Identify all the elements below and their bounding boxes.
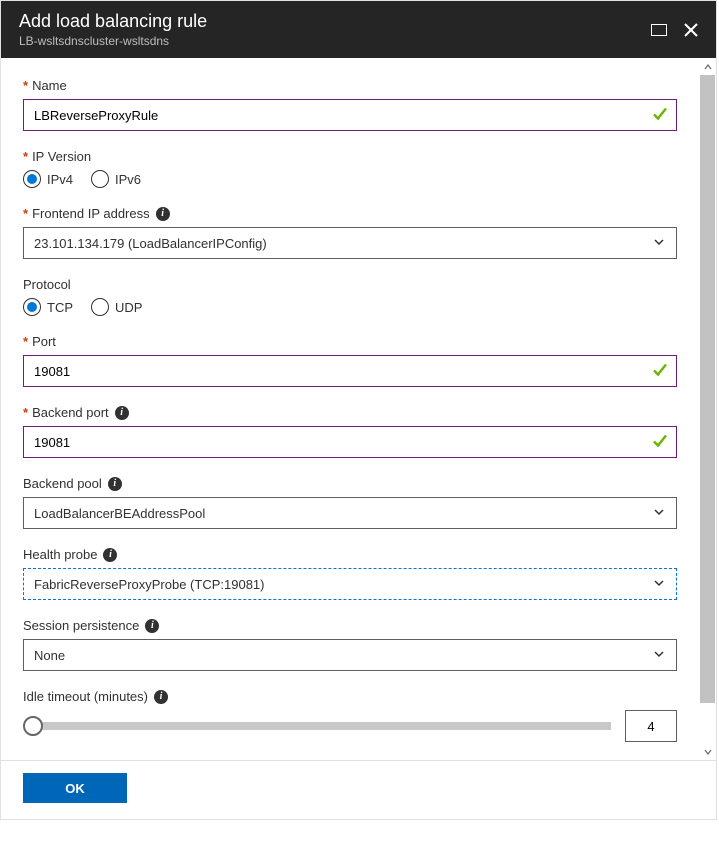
slider-thumb[interactable] (23, 716, 43, 736)
idle-timeout-slider[interactable] (31, 722, 611, 730)
info-icon[interactable]: i (103, 548, 117, 562)
ip-version-radio-group: IPv4 IPv6 (23, 170, 677, 188)
ok-button[interactable]: OK (23, 773, 127, 803)
label-ip-version: * IP Version (23, 149, 677, 164)
form-content: * Name * IP Version (1, 58, 699, 760)
required-indicator: * (23, 78, 28, 93)
blade-footer: OK (1, 760, 716, 819)
radio-circle-icon (23, 170, 41, 188)
name-input[interactable] (23, 99, 677, 131)
label-protocol: Protocol (23, 277, 677, 292)
session-persistence-select[interactable]: None (23, 639, 677, 671)
radio-ipv6[interactable]: IPv6 (91, 170, 141, 188)
scroll-track[interactable] (700, 75, 715, 743)
close-icon[interactable] (680, 19, 702, 41)
field-session-persistence: Session persistence i None (23, 618, 677, 671)
label-name: * Name (23, 78, 677, 93)
frontend-ip-select[interactable]: 23.101.134.179 (LoadBalancerIPConfig) (23, 227, 677, 259)
field-ip-version: * IP Version IPv4 IPv6 (23, 149, 677, 188)
idle-timeout-input[interactable] (625, 710, 677, 742)
vertical-scrollbar[interactable] (699, 58, 716, 760)
label-session-persistence: Session persistence i (23, 618, 677, 633)
radio-ipv4[interactable]: IPv4 (23, 170, 73, 188)
field-idle-timeout: Idle timeout (minutes) i (23, 689, 677, 742)
chevron-down-icon (652, 505, 666, 522)
idle-timeout-row (23, 710, 677, 742)
select-value: 23.101.134.179 (LoadBalancerIPConfig) (34, 236, 652, 251)
field-health-probe: Health probe i FabricReverseProxyProbe (… (23, 547, 677, 600)
radio-label: UDP (115, 300, 142, 315)
info-icon[interactable]: i (154, 690, 168, 704)
health-probe-select[interactable]: FabricReverseProxyProbe (TCP:19081) (23, 568, 677, 600)
required-indicator: * (23, 206, 28, 221)
chevron-down-icon (652, 576, 666, 593)
radio-label: IPv4 (47, 172, 73, 187)
label-text: IP Version (32, 149, 91, 164)
field-frontend-ip: * Frontend IP address i 23.101.134.179 (… (23, 206, 677, 259)
radio-label: IPv6 (115, 172, 141, 187)
select-value: LoadBalancerBEAddressPool (34, 506, 652, 521)
label-text: Health probe (23, 547, 97, 562)
radio-label: TCP (47, 300, 73, 315)
label-backend-pool: Backend pool i (23, 476, 677, 491)
chevron-down-icon (652, 235, 666, 252)
valid-check-icon (651, 105, 669, 126)
radio-circle-icon (91, 298, 109, 316)
field-protocol: Protocol TCP UDP (23, 277, 677, 316)
scroll-down-icon[interactable] (699, 743, 716, 760)
content-wrap: * Name * IP Version (1, 58, 716, 760)
backend-pool-select[interactable]: LoadBalancerBEAddressPool (23, 497, 677, 529)
label-text: Idle timeout (minutes) (23, 689, 148, 704)
radio-circle-icon (23, 298, 41, 316)
label-text: Port (32, 334, 56, 349)
header-titles: Add load balancing rule LB-wsltsdnsclust… (19, 11, 638, 48)
blade-header: Add load balancing rule LB-wsltsdnsclust… (1, 1, 716, 58)
valid-check-icon (651, 432, 669, 453)
input-wrap-name (23, 99, 677, 131)
blade-panel: Add load balancing rule LB-wsltsdnsclust… (0, 0, 717, 820)
field-name: * Name (23, 78, 677, 131)
blade-title: Add load balancing rule (19, 11, 638, 32)
label-text: Frontend IP address (32, 206, 150, 221)
blade-subtitle: LB-wsltsdnscluster-wsltsdns (19, 34, 638, 48)
scroll-thumb[interactable] (700, 75, 715, 703)
radio-udp[interactable]: UDP (91, 298, 142, 316)
protocol-radio-group: TCP UDP (23, 298, 677, 316)
label-text: Name (32, 78, 67, 93)
select-value: FabricReverseProxyProbe (TCP:19081) (34, 577, 652, 592)
valid-check-icon (651, 361, 669, 382)
backend-port-input[interactable] (23, 426, 677, 458)
label-idle-timeout: Idle timeout (minutes) i (23, 689, 677, 704)
info-icon[interactable]: i (156, 207, 170, 221)
scroll-up-icon[interactable] (699, 58, 716, 75)
chevron-down-icon (652, 647, 666, 664)
label-health-probe: Health probe i (23, 547, 677, 562)
port-input[interactable] (23, 355, 677, 387)
label-port: * Port (23, 334, 677, 349)
input-wrap-backend-port (23, 426, 677, 458)
required-indicator: * (23, 334, 28, 349)
label-text: Backend pool (23, 476, 102, 491)
required-indicator: * (23, 405, 28, 420)
radio-tcp[interactable]: TCP (23, 298, 73, 316)
field-backend-port: * Backend port i (23, 405, 677, 458)
label-frontend-ip: * Frontend IP address i (23, 206, 677, 221)
info-icon[interactable]: i (108, 477, 122, 491)
label-text: Protocol (23, 277, 71, 292)
radio-circle-icon (91, 170, 109, 188)
label-text: Backend port (32, 405, 109, 420)
label-backend-port: * Backend port i (23, 405, 677, 420)
select-value: None (34, 648, 652, 663)
info-icon[interactable]: i (115, 406, 129, 420)
required-indicator: * (23, 149, 28, 164)
info-icon[interactable]: i (145, 619, 159, 633)
field-backend-pool: Backend pool i LoadBalancerBEAddressPool (23, 476, 677, 529)
input-wrap-port (23, 355, 677, 387)
label-text: Session persistence (23, 618, 139, 633)
restore-icon[interactable] (648, 19, 670, 41)
field-port: * Port (23, 334, 677, 387)
